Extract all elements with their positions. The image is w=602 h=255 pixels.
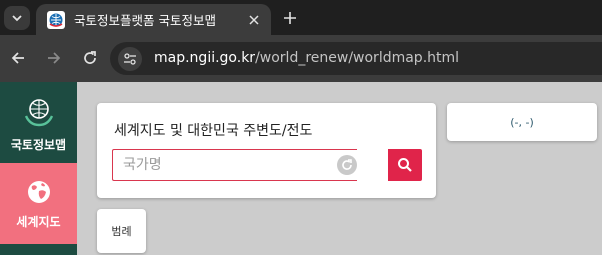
url-text[interactable]: map.ngii.go.kr/world_renew/worldmap.html — [154, 50, 459, 66]
url-path: /world_renew/worldmap.html — [255, 50, 460, 66]
browser-tab-strip: 국토정보플랫폼 국토정보맵 — [0, 0, 602, 35]
plus-icon — [284, 12, 296, 24]
url-host: map.ngii.go.kr — [154, 50, 256, 66]
coordinate-text: (-, -) — [510, 115, 534, 129]
sidebar-item-world-map[interactable]: 세계지도 — [0, 163, 77, 244]
sidebar-item-home[interactable]: 국토정보맵 — [0, 82, 77, 163]
forward-button[interactable] — [44, 48, 64, 68]
tune-icon — [124, 53, 136, 65]
legend-label: 범례 — [111, 225, 132, 238]
side-nav: 국토정보맵 세계지도 — [0, 82, 77, 255]
coordinate-display: (-, -) — [447, 103, 597, 141]
search-icon — [398, 158, 412, 172]
browser-tab[interactable]: 국토정보플랫폼 국토정보맵 — [36, 4, 271, 35]
tab-title: 국토정보플랫폼 국토정보맵 — [74, 13, 216, 28]
arrow-left-icon — [11, 52, 24, 64]
country-search-field[interactable] — [112, 149, 357, 181]
reload-button[interactable] — [80, 48, 100, 68]
site-info-button[interactable] — [118, 47, 142, 71]
chevron-down-icon — [12, 15, 22, 22]
country-search-input[interactable] — [123, 150, 323, 180]
panel-title: 세계지도 및 대한민국 주변도/전도 — [114, 123, 313, 139]
address-bar[interactable]: map.ngii.go.kr/world_renew/worldmap.html — [110, 42, 602, 75]
arrow-right-icon — [48, 52, 61, 64]
back-button[interactable] — [8, 48, 28, 68]
reload-icon — [84, 51, 96, 64]
search-button[interactable] — [388, 149, 422, 181]
new-tab-button[interactable] — [280, 8, 300, 28]
search-panel: 세계지도 및 대한민국 주변도/전도 — [97, 103, 436, 198]
tab-search-button[interactable] — [4, 6, 30, 30]
reset-button[interactable] — [337, 155, 357, 175]
sidebar-item-label: 국토정보맵 — [10, 138, 67, 152]
sidebar-item-label: 세계지도 — [16, 215, 61, 229]
legend-button[interactable]: 범례 — [97, 209, 146, 253]
globe-hands-icon — [24, 99, 53, 127]
site-favicon-icon — [47, 10, 65, 29]
earth-icon — [27, 181, 50, 203]
close-tab-icon[interactable] — [246, 12, 262, 28]
refresh-icon — [342, 159, 352, 170]
browser-toolbar: map.ngii.go.kr/world_renew/worldmap.html — [0, 35, 602, 82]
